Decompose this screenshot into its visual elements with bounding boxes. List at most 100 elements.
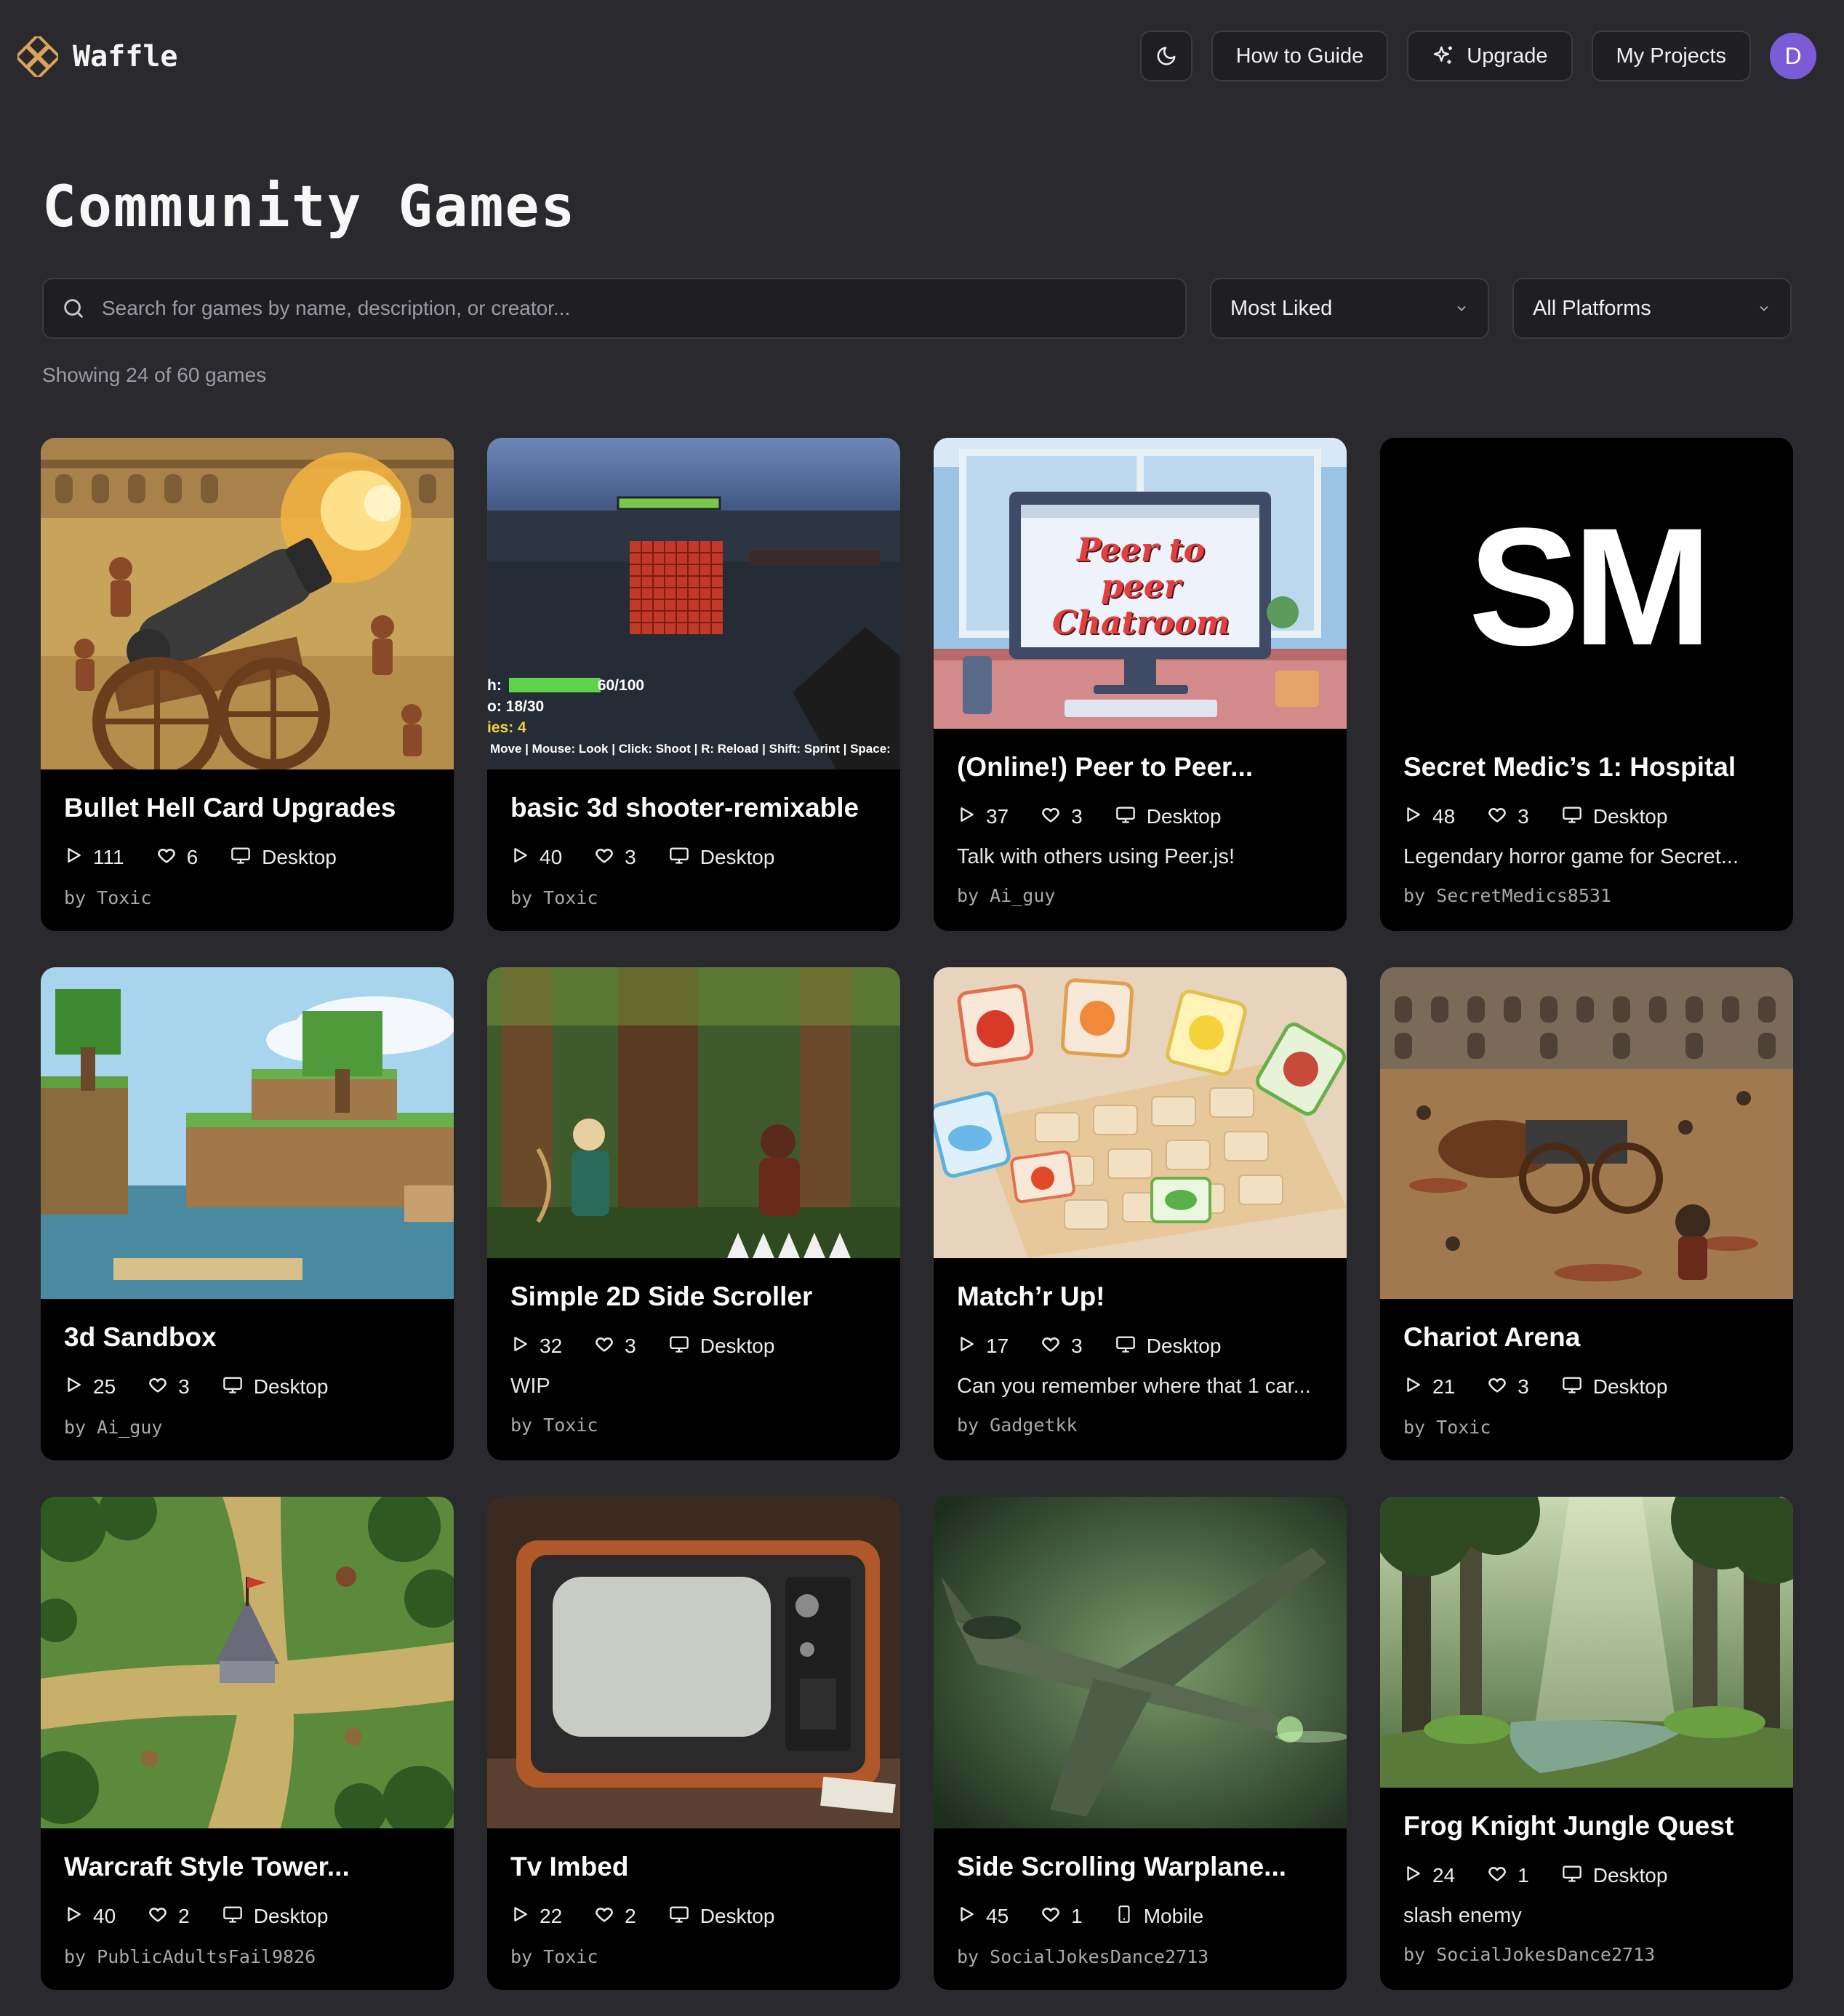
game-card[interactable]: Warcraft Style Tower... 40 2 Desktop by Publ… (41, 1497, 454, 1990)
game-card[interactable]: Frog Knight Jungle Quest 24 1 Desktop slash … (1380, 1497, 1793, 1990)
game-title[interactable]: Match’r Up! (957, 1281, 1326, 1312)
monitor-icon (1561, 1375, 1583, 1400)
monitor-icon (1561, 1863, 1583, 1889)
search-icon (64, 299, 83, 318)
game-title[interactable]: Warcraft Style Tower... (64, 1852, 433, 1882)
game-title[interactable]: Bullet Hell Card Upgrades (64, 793, 433, 823)
platform-label: Desktop (699, 1335, 775, 1357)
upgrade-button[interactable]: Upgrade (1407, 31, 1573, 81)
game-stats: 111 6 Desktop (64, 845, 433, 870)
results-count: Showing 24 of 60 games (42, 364, 267, 386)
app-logo[interactable]: Waffle (17, 36, 178, 77)
platform-label: Desktop (253, 1375, 329, 1398)
game-thumbnail (1380, 1497, 1793, 1788)
game-author[interactable]: by SocialJokesDance2713 (957, 1946, 1326, 1967)
search-input[interactable] (102, 297, 1185, 320)
platform-label: Desktop (699, 1905, 775, 1927)
game-info: Warcraft Style Tower... 40 2 Desktop by Publ… (64, 1852, 433, 1967)
platform-label: Mobile (1143, 1905, 1204, 1927)
game-author[interactable]: by SocialJokesDance2713 (1403, 1944, 1773, 1965)
like-count[interactable]: 2 (594, 1904, 636, 1929)
game-card[interactable]: Tv Imbed 22 2 Desktop by Toxic (487, 1497, 900, 1990)
how-to-guide-button[interactable]: How to Guide (1211, 31, 1389, 81)
game-card[interactable]: SM Secret Medic’s 1: Hospital 48 3 Desktop L… (1380, 438, 1793, 931)
like-count-value: 1 (1071, 1905, 1083, 1927)
game-author[interactable]: by Toxic (510, 1415, 880, 1436)
platform-label: Desktop (262, 846, 337, 868)
thumb-health-value: 60/100 (597, 677, 645, 694)
like-count[interactable]: 3 (148, 1375, 190, 1400)
user-avatar[interactable]: D (1770, 33, 1816, 79)
game-author[interactable]: by Toxic (510, 1946, 880, 1967)
game-author[interactable]: by Toxic (64, 887, 433, 908)
sort-select-value: Most Liked (1230, 296, 1333, 320)
game-card[interactable]: Peer to peer Chatroom (Online!) Peer to … (934, 438, 1347, 931)
thumb-health-label: h: (487, 677, 502, 694)
game-info: 3d Sandbox 25 3 Desktop by Ai_guy (64, 1322, 433, 1438)
like-count[interactable]: 3 (1041, 1334, 1083, 1359)
like-count[interactable]: 2 (148, 1904, 190, 1929)
game-author[interactable]: by SecretMedics8531 (1403, 885, 1773, 906)
game-stats: 24 1 Desktop (1403, 1863, 1773, 1888)
heart-icon (1041, 1334, 1061, 1359)
like-count[interactable]: 3 (594, 1334, 636, 1359)
game-description: Legendary horror game for Secret... (1403, 845, 1739, 868)
game-author[interactable]: by Toxic (1403, 1417, 1773, 1438)
theme-toggle-button[interactable] (1139, 31, 1192, 81)
app-name: Waffle (73, 40, 178, 73)
play-count: 111 (64, 846, 124, 870)
game-author[interactable]: by Ai_guy (957, 885, 1326, 906)
platform-tag: Desktop (230, 845, 337, 871)
play-count-value: 17 (986, 1335, 1009, 1357)
like-count[interactable]: 3 (1487, 804, 1529, 830)
like-count[interactable]: 3 (1487, 1375, 1529, 1400)
game-card[interactable]: Match’r Up! 17 3 Desktop Can you remember wh… (934, 967, 1347, 1460)
like-count[interactable]: 6 (156, 845, 198, 871)
game-card[interactable]: h: 60/100 o: 18/30 ies: 4 Move | Mouse: L… (487, 438, 900, 931)
game-card[interactable]: Bullet Hell Card Upgrades 111 6 Desktop by T… (41, 438, 454, 931)
game-stats: 40 2 Desktop (64, 1904, 433, 1929)
play-count-value: 40 (540, 846, 563, 868)
game-title[interactable]: (Online!) Peer to Peer... (957, 752, 1326, 783)
monitor-icon (1115, 804, 1137, 830)
game-title[interactable]: Side Scrolling Warplane... (957, 1852, 1326, 1882)
sort-select[interactable]: Most Liked (1210, 278, 1489, 339)
play-count-value: 48 (1432, 805, 1456, 828)
heart-icon (1487, 1375, 1507, 1400)
game-title[interactable]: basic 3d shooter-remixable (510, 793, 880, 823)
heart-icon (148, 1375, 168, 1400)
game-card[interactable]: Simple 2D Side Scroller 32 3 Desktop WIP by T… (487, 967, 900, 1460)
game-info: Simple 2D Side Scroller 32 3 Desktop WIP by T… (510, 1281, 880, 1436)
game-card[interactable]: Side Scrolling Warplane... 45 1 Mobile by So… (934, 1497, 1347, 1990)
waffle-logo-icon (17, 36, 58, 77)
search-bar[interactable] (42, 278, 1187, 339)
game-title[interactable]: 3d Sandbox (64, 1322, 433, 1353)
game-title[interactable]: Tv Imbed (510, 1852, 880, 1882)
platform-select[interactable]: All Platforms (1512, 278, 1792, 339)
heart-icon (1487, 804, 1507, 830)
like-count[interactable]: 1 (1041, 1904, 1083, 1929)
game-title[interactable]: Chariot Arena (1403, 1322, 1773, 1353)
game-author[interactable]: by Ai_guy (64, 1417, 433, 1438)
game-title[interactable]: Simple 2D Side Scroller (510, 1281, 880, 1312)
game-thumbnail (41, 967, 454, 1299)
like-count[interactable]: 3 (1041, 804, 1083, 830)
game-stats: 25 3 Desktop (64, 1375, 433, 1399)
platform-tag: Desktop (668, 845, 774, 871)
monitor-icon (230, 845, 252, 871)
game-title[interactable]: Secret Medic’s 1: Hospital (1403, 752, 1773, 783)
game-author[interactable]: by Toxic (510, 887, 880, 908)
like-count[interactable]: 3 (594, 845, 636, 871)
platform-label: Desktop (1592, 805, 1668, 828)
game-stats: 32 3 Desktop (510, 1334, 880, 1359)
game-author[interactable]: by PublicAdultsFail9826 (64, 1946, 433, 1967)
game-title[interactable]: Frog Knight Jungle Quest (1403, 1811, 1773, 1841)
my-projects-button[interactable]: My Projects (1591, 31, 1751, 81)
game-card[interactable]: 3d Sandbox 25 3 Desktop by Ai_guy (41, 967, 454, 1460)
game-author[interactable]: by Gadgetkk (957, 1415, 1326, 1436)
like-count[interactable]: 1 (1487, 1863, 1529, 1889)
heart-icon (594, 845, 614, 871)
platform-label: Desktop (253, 1905, 329, 1927)
game-card[interactable]: Chariot Arena 21 3 Desktop by Toxic (1380, 967, 1793, 1460)
game-thumbnail (41, 1497, 454, 1828)
